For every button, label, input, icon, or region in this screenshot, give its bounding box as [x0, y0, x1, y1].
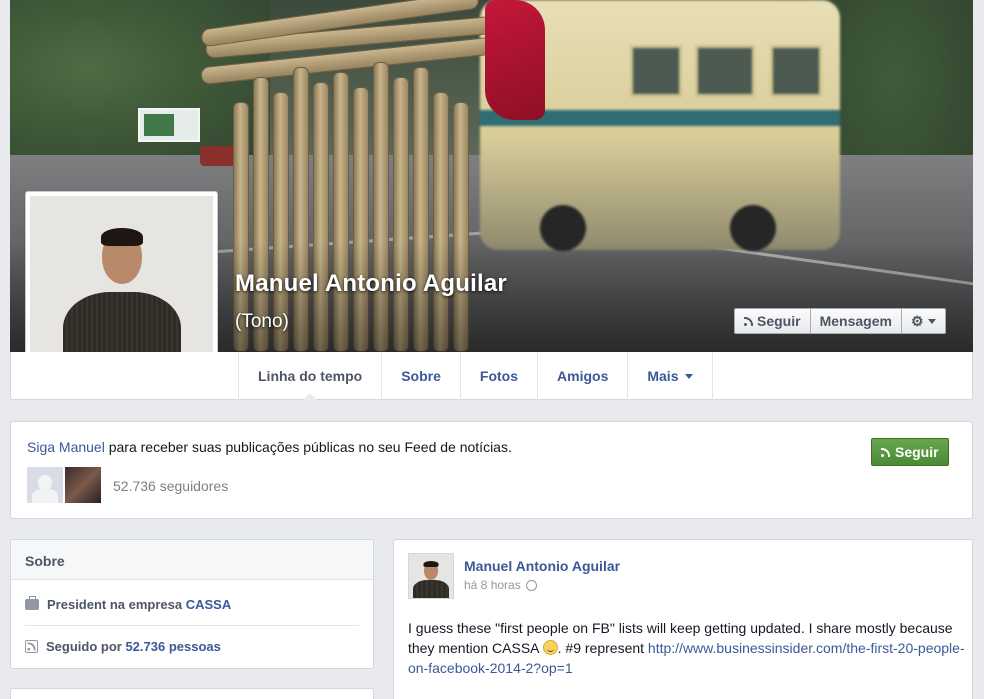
tab-more[interactable]: Mais — [628, 352, 714, 400]
follow-button[interactable]: Seguir — [734, 308, 811, 334]
follow-prompt-text: Siga Manuel para receber suas publicaçõe… — [27, 439, 512, 455]
about-title[interactable]: Sobre — [11, 540, 373, 580]
post-author[interactable]: Manuel Antonio Aguilar — [464, 558, 620, 574]
briefcase-icon — [25, 596, 39, 610]
tab-friends[interactable]: Amigos — [538, 352, 629, 400]
cover-red-cloth — [485, 0, 545, 120]
tab-label: Mais — [647, 368, 679, 384]
timeline-post: Manuel Antonio Aguilar há 8 horas I gues… — [393, 539, 973, 699]
followed-by-info: Seguido por 52.736 pessoas — [25, 639, 221, 654]
post-text-part: . #9 represent — [557, 640, 648, 656]
post-avatar[interactable] — [408, 553, 454, 599]
follower-count[interactable]: 52.736 seguidores — [113, 478, 228, 494]
followed-prefix: Seguido por — [46, 639, 126, 654]
chevron-down-icon — [685, 373, 694, 379]
bus-window — [630, 45, 682, 97]
rss-icon — [25, 640, 38, 653]
work-info: President na empresa CASSA — [25, 596, 232, 612]
tab-about[interactable]: Sobre — [382, 352, 461, 400]
profile-nickname: (Tono) — [235, 311, 289, 332]
follow-prompt: Siga Manuel para receber suas publicaçõe… — [10, 421, 973, 519]
tab-photos[interactable]: Fotos — [461, 352, 539, 400]
chevron-down-icon — [927, 318, 936, 324]
post-text: I guess these "first people on FB" lists… — [408, 618, 968, 678]
follower-avatar[interactable] — [27, 467, 63, 503]
tab-label: Linha do tempo — [258, 368, 363, 384]
person-silhouette — [52, 196, 192, 377]
follower-thumbnails — [27, 467, 101, 503]
about-box: Sobre President na empresa CASSA Seguido… — [10, 539, 374, 669]
follow-prompt-description: para receber suas publicações públicas n… — [104, 439, 512, 455]
follow-link[interactable]: Siga Manuel — [27, 439, 105, 455]
company-link[interactable]: CASSA — [186, 597, 232, 612]
message-button[interactable]: Mensagem — [810, 308, 902, 334]
settings-button[interactable]: ⚙ — [901, 308, 946, 334]
post-timestamp[interactable]: há 8 horas — [464, 578, 537, 592]
bus-window — [695, 45, 755, 97]
gear-icon: ⚙ — [910, 312, 924, 329]
follow-button-label: Seguir — [757, 313, 801, 329]
divider — [25, 625, 359, 626]
avatar — [30, 196, 213, 377]
rss-icon — [881, 447, 890, 457]
follow-button-label: Seguir — [895, 444, 939, 460]
follow-button-green[interactable]: Seguir — [871, 438, 949, 466]
tab-label: Amigos — [557, 368, 609, 384]
followers-link[interactable]: 52.736 pessoas — [125, 639, 220, 654]
cover-actions: Seguir Mensagem ⚙ — [734, 308, 946, 334]
rss-icon — [744, 316, 753, 326]
profile-name[interactable]: Manuel Antonio Aguilar — [235, 270, 507, 298]
follower-avatar[interactable] — [65, 467, 101, 503]
smiley-icon — [542, 640, 558, 655]
tab-label: Fotos — [479, 368, 519, 384]
profile-navbar: Linha do tempo Sobre Fotos Amigos Mais — [10, 352, 973, 401]
cover-road-sign — [138, 108, 200, 142]
globe-icon — [525, 579, 537, 591]
timeline-tabs: Linha do tempo Sobre Fotos Amigos Mais — [238, 352, 714, 401]
post-time: há 8 horas — [464, 578, 521, 592]
bus-window — [770, 45, 822, 97]
next-box — [10, 688, 374, 699]
tab-label: Sobre — [401, 368, 441, 384]
work-prefix: President na empresa — [47, 597, 186, 612]
tab-timeline[interactable]: Linha do tempo — [239, 352, 383, 401]
message-button-label: Mensagem — [819, 313, 892, 329]
